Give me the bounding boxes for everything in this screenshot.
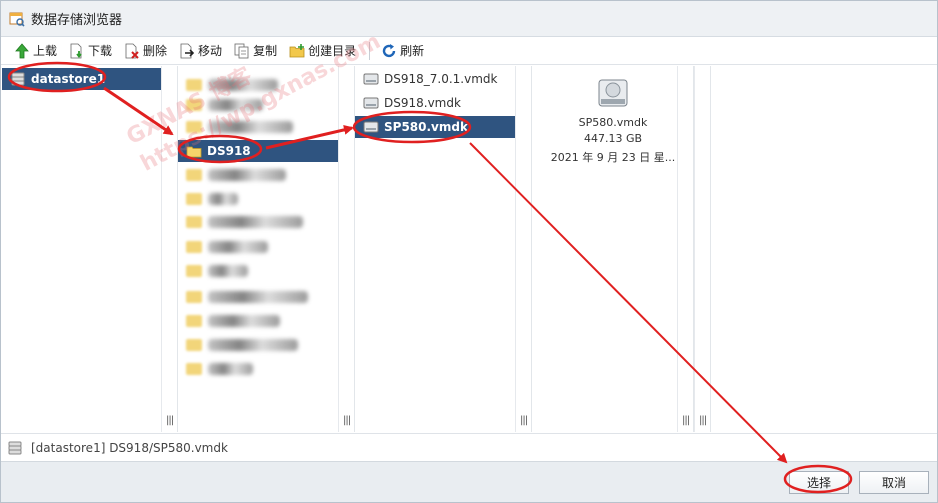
list-item-blurred[interactable] (186, 360, 253, 378)
list-item-blurred[interactable] (186, 213, 303, 231)
toolbar-separator (369, 41, 371, 60)
column-resize-handle[interactable]: ||| (161, 66, 177, 432)
list-item-blurred[interactable] (186, 166, 286, 184)
preview-file-size: 447.13 GB (583, 132, 643, 145)
folder-item-ds918[interactable]: DS918 (178, 140, 338, 162)
file-label: SP580.vmdk (384, 120, 468, 134)
list-item-blurred[interactable] (186, 190, 238, 208)
delete-button[interactable]: 删除 (119, 40, 172, 62)
upload-label: 上载 (33, 44, 58, 58)
selected-path-bar: [datastore1] DS918/SP580.vmdk (1, 433, 937, 461)
list-item-blurred[interactable] (186, 76, 278, 94)
grip-icon: ||| (343, 415, 351, 426)
delete-file-icon (125, 43, 139, 59)
file-item-ds918-701[interactable]: DS918_7.0.1.vmdk (355, 68, 515, 90)
selected-path: [datastore1] DS918/SP580.vmdk (31, 440, 228, 455)
list-item-blurred[interactable] (186, 336, 298, 354)
column-resize-handle[interactable]: ||| (677, 66, 693, 432)
list-item-blurred[interactable] (186, 118, 293, 136)
title-bar: 数据存储浏览器 (1, 1, 937, 37)
preview-file-date: 2021 年 9 月 23 日 星... (550, 151, 676, 164)
column-resize-handle[interactable]: ||| (338, 66, 354, 432)
refresh-button[interactable]: 刷新 (376, 40, 429, 62)
select-button[interactable]: 选择 (789, 471, 849, 494)
file-label: DS918.vmdk (384, 96, 461, 110)
grip-icon: ||| (699, 415, 707, 426)
download-button[interactable]: 下载 (64, 40, 117, 62)
datastore-browser-icon (9, 12, 25, 27)
move-label: 移动 (198, 44, 223, 58)
grip-icon: ||| (166, 415, 174, 426)
create-directory-button[interactable]: 创建目录 (284, 40, 361, 62)
list-item-blurred[interactable] (186, 262, 248, 280)
copy-label: 复制 (253, 44, 278, 58)
upload-arrow-icon (15, 42, 29, 58)
folder-column: DS918 ||| (178, 66, 355, 432)
list-item-blurred[interactable] (186, 96, 263, 114)
empty-column: ||| (694, 66, 711, 432)
disk-icon (363, 73, 379, 85)
list-item-blurred[interactable] (186, 238, 268, 256)
datastore-label: datastore1 (31, 72, 106, 86)
preview-file-name: SP580.vmdk (578, 116, 648, 129)
column-browser: datastore1 ||| DS918 ||| DS918_7.0.1.vmd… (2, 66, 936, 432)
download-file-icon (70, 43, 82, 58)
create-directory-label: 创建目录 (308, 44, 357, 58)
cancel-button[interactable]: 取消 (859, 471, 929, 494)
hard-disk-icon (598, 79, 628, 107)
folder-icon (186, 146, 202, 158)
column-resize-handle[interactable]: ||| (515, 66, 531, 432)
datastore-browser-window: 数据存储浏览器 上载 下载 删除 移动 复制 创建目录 刷新 datastore… (0, 0, 938, 503)
download-label: 下载 (88, 44, 113, 58)
datastore-item-datastore1[interactable]: datastore1 (2, 68, 162, 90)
column-resize-handle[interactable]: ||| (694, 66, 710, 432)
upload-button[interactable]: 上载 (9, 40, 62, 62)
disk-icon (363, 97, 379, 109)
datastore-icon (8, 441, 22, 454)
copy-file-icon (234, 43, 249, 58)
copy-button[interactable]: 复制 (229, 40, 282, 62)
refresh-label: 刷新 (400, 44, 425, 58)
toolbar: 上载 下载 删除 移动 复制 创建目录 刷新 (1, 37, 937, 65)
grip-icon: ||| (520, 415, 528, 426)
grip-icon: ||| (682, 415, 690, 426)
refresh-icon (382, 43, 396, 57)
datastore-icon (11, 72, 25, 86)
list-item-blurred[interactable] (186, 312, 280, 330)
window-title: 数据存储浏览器 (31, 13, 123, 28)
move-file-icon (180, 43, 195, 58)
datastore-column: datastore1 ||| (2, 66, 178, 432)
file-preview-panel: SP580.vmdk 447.13 GB 2021 年 9 月 23 日 星..… (532, 66, 694, 432)
folder-label: DS918 (207, 144, 251, 158)
file-item-ds918[interactable]: DS918.vmdk (355, 92, 515, 114)
file-column: DS918_7.0.1.vmdk DS918.vmdk SP580.vmdk |… (355, 66, 532, 432)
disk-icon (363, 121, 379, 133)
file-label: DS918_7.0.1.vmdk (384, 72, 498, 86)
new-folder-icon (289, 43, 305, 57)
move-button[interactable]: 移动 (174, 40, 227, 62)
delete-label: 删除 (143, 44, 168, 58)
dialog-footer: 选择 取消 (1, 461, 937, 502)
file-item-sp580[interactable]: SP580.vmdk (355, 116, 515, 138)
list-item-blurred[interactable] (186, 288, 308, 306)
